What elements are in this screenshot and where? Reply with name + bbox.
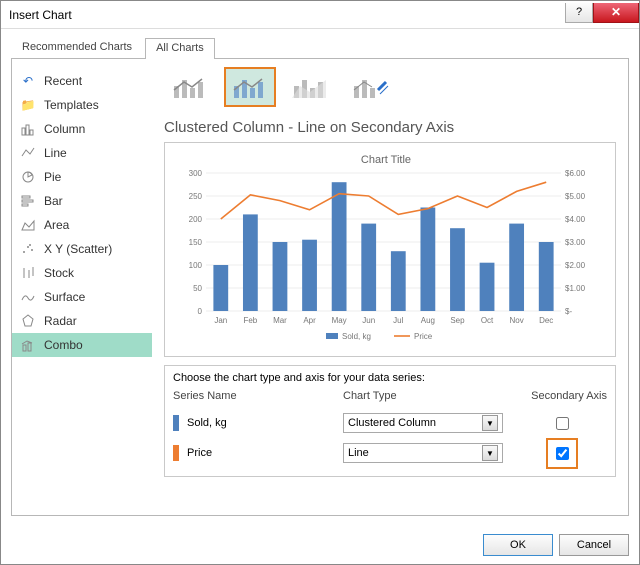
pie-icon [20,169,36,185]
cancel-button[interactable]: Cancel [559,534,629,556]
sidebar-item-stock[interactable]: Stock [12,261,152,285]
svg-text:$3.00: $3.00 [565,238,586,247]
svg-text:100: 100 [189,261,203,270]
sidebar-item-column[interactable]: Column [12,117,152,141]
svg-text:Jun: Jun [362,316,375,325]
combo-chart: Chart Title 0 50 100 150 200 250 300 $- $1.00 $2.0… [171,149,601,349]
svg-text:0: 0 [198,307,203,316]
header-secondary-axis: Secondary Axis [517,390,607,402]
svg-text:Feb: Feb [243,316,257,325]
highlight-secondary-axis [546,438,578,469]
sidebar-item-pie[interactable]: Pie [12,165,152,189]
svg-text:$1.00: $1.00 [565,284,586,293]
series-row-price: Price Line ▼ [173,438,607,468]
sidebar-item-radar[interactable]: Radar [12,309,152,333]
tab-all-charts[interactable]: All Charts [145,38,215,59]
templates-icon: 📁 [20,97,36,113]
sidebar-item-line[interactable]: Line [12,141,152,165]
svg-text:$4.00: $4.00 [565,215,586,224]
svg-text:May: May [332,316,347,325]
series-name-price: Price [187,447,212,459]
svg-text:Aug: Aug [421,316,435,325]
ok-button[interactable]: OK [483,534,553,556]
insert-chart-dialog: Insert Chart ? ✕ Recommended Charts All … [0,0,640,565]
svg-text:Apr: Apr [303,316,316,325]
tabstrip: Recommended Charts All Charts [11,37,629,59]
combo-icon [20,337,36,353]
svg-text:$2.00: $2.00 [565,261,586,270]
svg-text:200: 200 [189,215,203,224]
swatch-sold [173,415,179,431]
chart-type-dropdown-sold[interactable]: Clustered Column ▼ [343,413,503,433]
series-name-sold: Sold, kg [187,417,227,429]
svg-text:$-: $- [565,307,572,316]
subtype-custom[interactable] [344,67,396,107]
secondary-axis-checkbox-price[interactable] [556,447,569,460]
tab-recommended[interactable]: Recommended Charts [11,37,143,58]
scatter-icon [20,241,36,257]
sidebar-item-area[interactable]: Area [12,213,152,237]
swatch-price [173,445,179,461]
stock-icon [20,265,36,281]
series-config-prompt: Choose the chart type and axis for your … [173,372,607,384]
sidebar-item-templates[interactable]: 📁Templates [12,93,152,117]
svg-text:Jul: Jul [393,316,403,325]
svg-text:Jan: Jan [214,316,227,325]
preview-title: Clustered Column - Line on Secondary Axi… [164,119,616,136]
chart-preview: Chart Title 0 50 100 150 200 250 300 $- $1.00 $2.0… [164,142,616,357]
titlebar: Insert Chart ? ✕ [1,1,639,29]
svg-text:Oct: Oct [481,316,494,325]
help-button[interactable]: ? [565,3,593,23]
svg-text:150: 150 [189,238,203,247]
column-icon [20,121,36,137]
close-button[interactable]: ✕ [593,3,639,23]
subtype-clustered-column-line-secondary[interactable] [224,67,276,107]
line-icon [20,145,36,161]
svg-text:Nov: Nov [510,316,524,325]
sidebar-item-surface[interactable]: Surface [12,285,152,309]
svg-text:$6.00: $6.00 [565,169,586,178]
radar-icon [20,313,36,329]
combo-subtype-row [164,67,616,107]
recent-icon: ↶ [20,73,36,89]
window-title: Insert Chart [9,8,72,22]
sidebar-item-combo[interactable]: Combo [12,333,152,357]
series-config-panel: Choose the chart type and axis for your … [164,365,616,477]
chevron-down-icon: ▼ [482,415,498,431]
secondary-axis-checkbox-sold[interactable] [556,417,569,430]
svg-text:Mar: Mar [273,316,287,325]
svg-text:250: 250 [189,192,203,201]
header-chart-type: Chart Type [343,390,517,402]
svg-text:Price: Price [414,332,433,341]
chart-type-dropdown-price[interactable]: Line ▼ [343,443,503,463]
svg-text:Dec: Dec [539,316,553,325]
header-series-name: Series Name [173,390,343,402]
bar-icon [20,193,36,209]
subtype-clustered-column-line[interactable] [164,67,216,107]
svg-text:50: 50 [193,284,202,293]
chart-category-sidebar: ↶Recent 📁Templates Column Line Pie Bar A… [12,59,152,515]
svg-text:Sold, kg: Sold, kg [342,332,371,341]
sidebar-item-scatter[interactable]: X Y (Scatter) [12,237,152,261]
surface-icon [20,289,36,305]
subtype-stacked-area-column[interactable] [284,67,336,107]
sidebar-item-recent[interactable]: ↶Recent [12,69,152,93]
chevron-down-icon: ▼ [482,445,498,461]
svg-text:300: 300 [189,169,203,178]
area-icon [20,217,36,233]
sidebar-item-bar[interactable]: Bar [12,189,152,213]
svg-text:$5.00: $5.00 [565,192,586,201]
svg-text:Chart Title: Chart Title [361,154,411,166]
dialog-footer: OK Cancel [1,526,639,564]
svg-text:Sep: Sep [450,316,465,325]
series-row-sold: Sold, kg Clustered Column ▼ [173,408,607,438]
